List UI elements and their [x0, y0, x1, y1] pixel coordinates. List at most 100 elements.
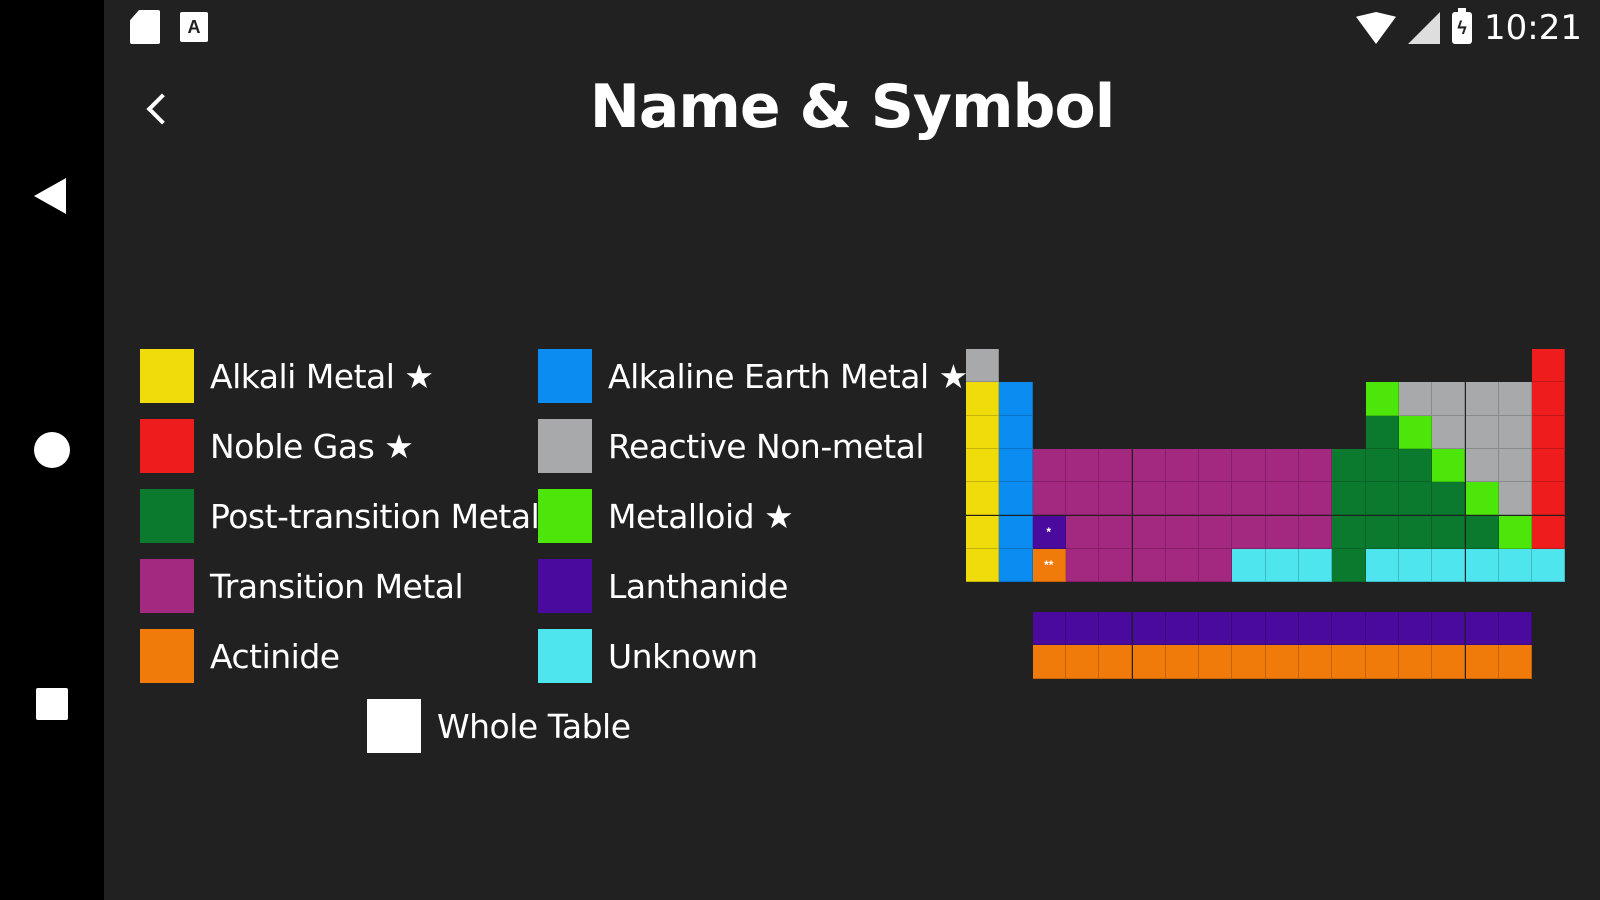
element-cell-lanthanide: [1332, 612, 1366, 646]
element-cell-transition: [1199, 515, 1233, 549]
element-cell-lanthanide: [1498, 612, 1533, 646]
lanthanide-swatch: [538, 559, 592, 613]
element-cell-lanthanide: [1265, 612, 1299, 646]
element-cell-unknown: [1232, 548, 1266, 583]
category-whole-table[interactable]: Whole Table: [367, 698, 631, 754]
metalloid-label: Metalloid ★: [608, 496, 794, 536]
lanthanide-label: Lanthanide: [608, 566, 788, 606]
element-cell-transition: [1065, 482, 1100, 516]
element-cell-post-transition: [1432, 515, 1466, 549]
sd-card-icon: [130, 10, 160, 44]
nav-home-icon[interactable]: [34, 432, 70, 468]
alkali-metal-swatch: [140, 349, 194, 403]
element-cell-post-transition: [1365, 515, 1399, 549]
element-cell-nonmetal: [1498, 448, 1533, 483]
element-cell-alkali: [966, 548, 1000, 583]
battery-charging-icon: [1452, 8, 1473, 44]
nav-recents-icon[interactable]: [36, 688, 68, 720]
element-cell-nonmetal: [1398, 382, 1433, 416]
element-cell-nonmetal: [1465, 415, 1499, 449]
post-transition-metal-swatch: [140, 489, 194, 543]
category-transition-metal[interactable]: Transition Metal: [140, 558, 464, 614]
element-cell-lanthanide: [1432, 612, 1466, 646]
signal-icon: [1408, 12, 1441, 44]
element-cell-actinide: [1299, 645, 1333, 679]
nav-back-icon[interactable]: [34, 178, 66, 214]
element-cell-transition: [1099, 482, 1133, 516]
element-cell-lanthanide: *: [1032, 515, 1066, 549]
alkaline-earth-metal-label: Alkaline Earth Metal ★: [608, 356, 968, 396]
element-cell-alkali: [966, 382, 1000, 416]
category-post-transition-metal[interactable]: Post-transition Metal: [140, 488, 540, 544]
category-actinide[interactable]: Actinide: [140, 628, 340, 684]
element-cell-transition: [1232, 515, 1266, 549]
element-cell-metalloid: [1365, 382, 1399, 416]
element-cell-post-transition: [1332, 548, 1366, 583]
status-bar-left: A: [130, 10, 208, 44]
element-cell-post-transition: [1398, 482, 1433, 516]
element-cell-actinide: [1065, 645, 1100, 679]
page-title: Name & Symbol: [589, 72, 1116, 142]
element-cell-alkaline-earth: [999, 515, 1033, 549]
element-cell-post-transition: [1432, 482, 1466, 516]
element-cell-transition: [1265, 515, 1299, 549]
element-cell-noble-gas: [1532, 515, 1566, 549]
element-cell-post-transition: [1365, 482, 1399, 516]
element-cell-unknown: [1265, 548, 1299, 583]
element-cell-nonmetal: [1432, 415, 1466, 449]
element-cell-alkaline-earth: [999, 448, 1033, 483]
category-metalloid[interactable]: Metalloid ★: [538, 488, 794, 544]
element-cell-alkali: [966, 515, 1000, 549]
status-time: 10:21: [1484, 8, 1582, 48]
unknown-label: Unknown: [608, 636, 758, 676]
whole-table-label: Whole Table: [437, 706, 631, 746]
noble-gas-swatch: [140, 419, 194, 473]
element-cell-transition: [1299, 448, 1333, 483]
reactive-nonmetal-swatch: [538, 419, 592, 473]
element-cell-lanthanide: [1099, 612, 1133, 646]
element-cell-lanthanide: [1398, 612, 1433, 646]
element-cell-transition: [1165, 448, 1200, 483]
element-cell-alkaline-earth: [999, 415, 1033, 449]
metalloid-swatch: [538, 489, 592, 543]
element-cell-metalloid: [1498, 515, 1533, 549]
periodic-table-preview: * **: [966, 349, 1566, 689]
element-cell-unknown: [1398, 548, 1433, 583]
whole-table-swatch: [367, 699, 421, 753]
element-cell-noble-gas: [1532, 448, 1566, 483]
category-lanthanide[interactable]: Lanthanide: [538, 558, 788, 614]
element-cell-actinide: [1365, 645, 1399, 679]
element-cell-actinide: [1199, 645, 1233, 679]
element-cell-metalloid: [1432, 448, 1466, 483]
unknown-swatch: [538, 629, 592, 683]
element-cell-alkali: [966, 482, 1000, 516]
element-cell-transition: [1099, 515, 1133, 549]
element-cell-nonmetal: [966, 349, 1000, 383]
element-cell-actinide: [1099, 645, 1133, 679]
category-reactive-nonmetal[interactable]: Reactive Non-metal: [538, 418, 925, 474]
element-cell-unknown: [1498, 548, 1533, 583]
category-unknown[interactable]: Unknown: [538, 628, 758, 684]
element-cell-actinide: [1465, 645, 1499, 679]
series-marker: **: [1044, 557, 1054, 572]
element-cell-transition: [1132, 515, 1166, 549]
element-cell-lanthanide: [1032, 612, 1066, 646]
element-cell-lanthanide: [1465, 612, 1499, 646]
element-cell-actinide: [1132, 645, 1166, 679]
element-cell-transition: [1032, 448, 1066, 483]
category-alkaline-earth-metal[interactable]: Alkaline Earth Metal ★: [538, 348, 968, 404]
category-alkali-metal[interactable]: Alkali Metal ★: [140, 348, 434, 404]
element-cell-unknown: [1299, 548, 1333, 583]
element-cell-post-transition: [1365, 448, 1399, 483]
element-cell-alkaline-earth: [999, 382, 1033, 416]
element-cell-actinide: [1032, 645, 1066, 679]
series-marker: *: [1046, 524, 1052, 539]
element-cell-lanthanide: [1299, 612, 1333, 646]
element-cell-transition: [1165, 515, 1200, 549]
element-cell-nonmetal: [1498, 482, 1533, 516]
element-cell-actinide: [1498, 645, 1533, 679]
category-noble-gas[interactable]: Noble Gas ★: [140, 418, 414, 474]
element-cell-transition: [1132, 482, 1166, 516]
element-cell-transition: [1065, 515, 1100, 549]
element-cell-transition: [1165, 548, 1200, 583]
